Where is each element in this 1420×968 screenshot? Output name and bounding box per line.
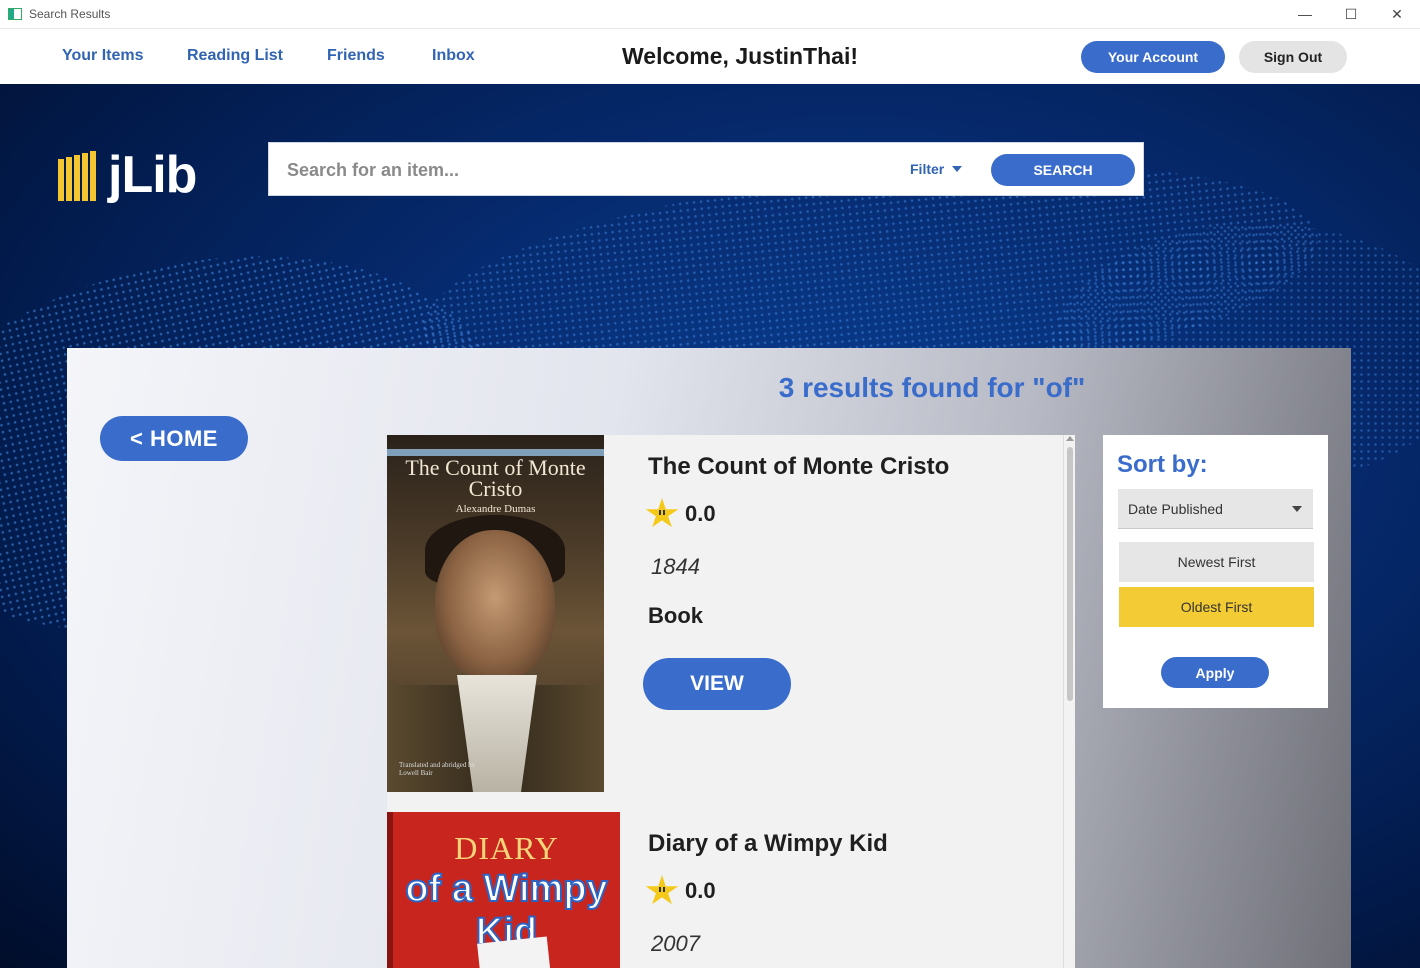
sort-field-value: Date Published [1128, 500, 1223, 517]
item-title: Diary of a Wimpy Kid [648, 830, 888, 857]
window-titlebar: Search Results — ☐ ✕ [0, 0, 1420, 28]
jlib-logo[interactable]: jLib [58, 145, 197, 205]
cover-credit: Translated and abridged by Lowell Bair [399, 761, 476, 777]
book-cover-image[interactable]: DIARY of a Wimpy Kid [387, 812, 620, 968]
star-icon [645, 875, 679, 905]
scroll-up-icon[interactable] [1066, 436, 1074, 441]
cover-title: The Count of Monte Cristo [405, 455, 586, 501]
item-rating: 0.0 [645, 875, 716, 907]
filter-dropdown[interactable]: Filter [910, 161, 963, 177]
filter-label: Filter [910, 161, 945, 177]
home-button[interactable]: < HOME [100, 416, 248, 461]
results-title: 3 results found for "of" [778, 372, 1086, 403]
chevron-down-icon [952, 166, 963, 172]
scrollbar-thumb[interactable] [1067, 447, 1073, 701]
logo-text: jLib [108, 146, 197, 204]
rating-value: 0.0 [685, 878, 716, 903]
sort-field-select[interactable]: Date Published [1118, 489, 1313, 529]
sort-title: Sort by: [1117, 451, 1208, 478]
item-title: The Count of Monte Cristo [648, 453, 950, 480]
result-item: DIARY of a Wimpy Kid Diary of a Wimpy Ki… [387, 812, 1063, 968]
book-cover-image[interactable]: The Count of Monte Cristo Alexandre Duma… [387, 435, 604, 792]
window-title: Search Results [29, 7, 111, 21]
window-controls: — ☐ ✕ [1282, 0, 1420, 28]
maximize-icon[interactable]: ☐ [1328, 0, 1374, 28]
star-icon [645, 498, 679, 528]
result-item: The Count of Monte Cristo Alexandre Duma… [387, 435, 1063, 792]
search-input[interactable] [287, 155, 887, 185]
item-year: 1844 [651, 554, 700, 579]
books-icon [58, 149, 100, 201]
minimize-icon[interactable]: — [1282, 0, 1328, 28]
results-panel: 3 results found for "of" < HOME The Coun… [67, 348, 1351, 968]
app-icon [8, 8, 22, 20]
sort-newest-first-button[interactable]: Newest First [1119, 542, 1314, 582]
item-rating: 0.0 [645, 498, 716, 530]
rating-value: 0.0 [685, 501, 716, 526]
cover-title-line1: DIARY [454, 830, 559, 866]
cover-author: Alexandre Dumas [455, 503, 536, 515]
search-bar: Filter SEARCH [268, 142, 1144, 196]
sort-oldest-first-button[interactable]: Oldest First [1119, 587, 1314, 627]
apply-sort-button[interactable]: Apply [1161, 657, 1269, 688]
view-button[interactable]: VIEW [643, 658, 791, 710]
close-icon[interactable]: ✕ [1374, 0, 1420, 28]
top-navigation: Your Items Reading List Friends Inbox We… [0, 28, 1420, 84]
your-account-button[interactable]: Your Account [1081, 41, 1225, 73]
item-type: Book [648, 603, 703, 628]
item-year: 2007 [651, 931, 700, 956]
chevron-down-icon [1292, 506, 1302, 512]
sort-panel: Sort by: Date Published Newest First Old… [1103, 435, 1328, 708]
results-list[interactable]: The Count of Monte Cristo Alexandre Duma… [387, 435, 1075, 968]
search-button[interactable]: SEARCH [991, 154, 1135, 186]
results-scrollbar[interactable] [1063, 435, 1075, 968]
sign-out-button[interactable]: Sign Out [1239, 41, 1347, 73]
